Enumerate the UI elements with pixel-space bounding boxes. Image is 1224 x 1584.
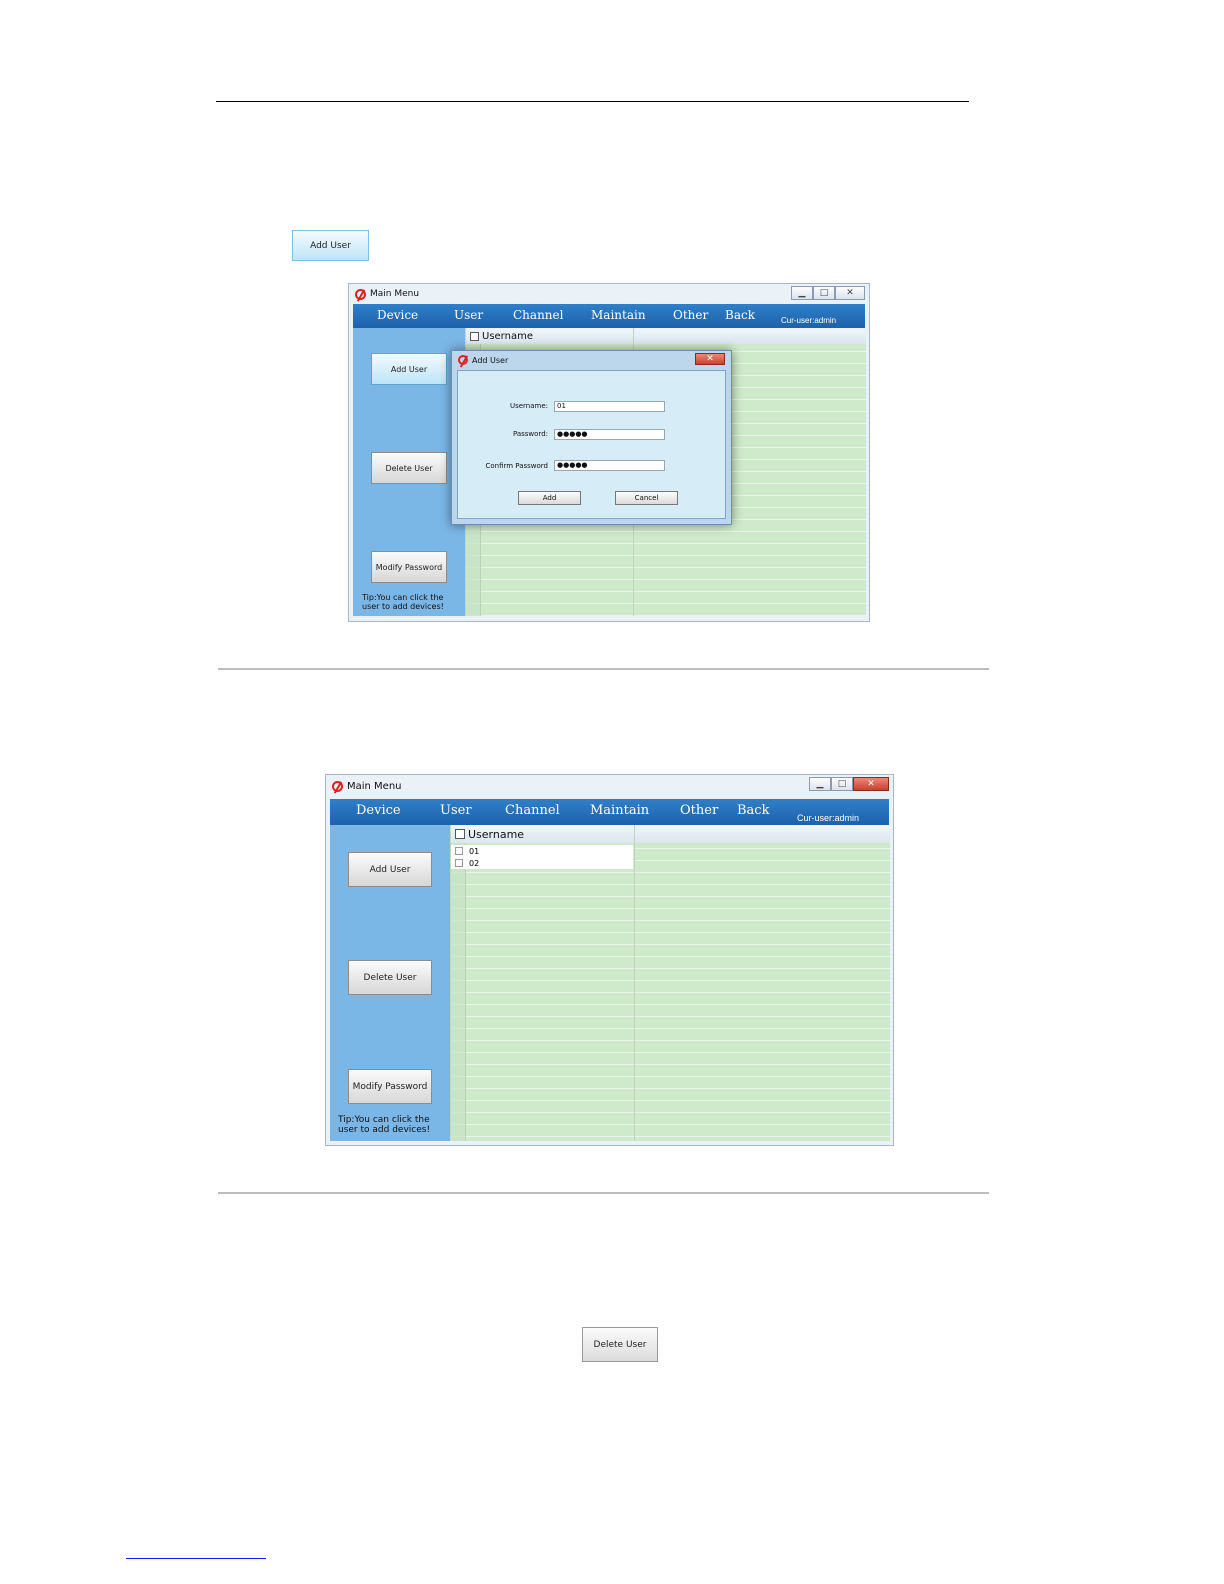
- add-button[interactable]: Add: [518, 491, 581, 505]
- dialog-titlebar: Add User ✕: [452, 351, 731, 369]
- close-icon[interactable]: ✕: [835, 286, 865, 300]
- confirm-password-field[interactable]: ●●●●●: [554, 460, 665, 471]
- window-controls: ▁ □ ✕: [791, 286, 865, 300]
- dialog-close-icon[interactable]: ✕: [695, 353, 725, 365]
- window-titlebar: Main Menu ▁ □ ✕: [349, 284, 869, 304]
- password-label: Password:: [512, 430, 548, 438]
- username-column-header: Username: [468, 827, 525, 841]
- tip-text: Tip:You can click the user to add device…: [338, 1115, 431, 1135]
- menu-user[interactable]: User: [440, 803, 472, 818]
- maximize-icon[interactable]: □: [813, 286, 835, 300]
- table-header: Username: [466, 328, 866, 344]
- menu-bar: Device User Channel Maintain Other Back …: [330, 799, 889, 825]
- dialog-title: Add User: [472, 355, 509, 365]
- row-username: 02: [469, 858, 480, 868]
- table-row[interactable]: 01: [451, 845, 633, 857]
- window-titlebar: Main Menu ▁ □ ✕: [326, 775, 893, 797]
- delete-user-button-illustration[interactable]: Delete User: [582, 1327, 658, 1362]
- sidebar-panel: Add User Delete User Modify Password Tip…: [353, 328, 465, 616]
- add-user-button-illustration[interactable]: Add User: [292, 230, 369, 261]
- table-row[interactable]: 02: [451, 857, 633, 869]
- add-user-dialog: Add User ✕ Username: 01 Password: ●●●●● …: [451, 350, 732, 525]
- row-gutter: [451, 841, 466, 1141]
- menu-maintain[interactable]: Maintain: [591, 308, 646, 322]
- add-user-button[interactable]: Add User: [348, 852, 432, 887]
- menu-device[interactable]: Device: [356, 803, 401, 818]
- menu-device[interactable]: Device: [377, 308, 418, 322]
- section-rule: [218, 668, 989, 670]
- add-user-button[interactable]: Add User: [371, 353, 447, 385]
- app-logo-icon: [332, 780, 343, 792]
- app-logo-icon: [355, 288, 366, 300]
- main-menu-window-user-list: Main Menu ▁ □ ✕ Device User Channel Main…: [325, 774, 894, 1146]
- menu-other[interactable]: Other: [673, 308, 708, 322]
- username-field[interactable]: 01: [554, 401, 665, 412]
- table-header: Username: [451, 825, 890, 843]
- menu-user[interactable]: User: [454, 308, 483, 322]
- tip-text: Tip:You can click the user to add device…: [362, 593, 444, 611]
- confirm-password-label: Confirm Password: [485, 462, 548, 470]
- username-label: Username:: [509, 402, 548, 410]
- current-user-label: Cur-user:admin: [781, 316, 837, 325]
- maximize-icon[interactable]: □: [831, 777, 853, 791]
- menu-back[interactable]: Back: [737, 803, 769, 818]
- minimize-icon[interactable]: ▁: [791, 286, 813, 300]
- menu-maintain[interactable]: Maintain: [590, 803, 649, 818]
- select-all-checkbox[interactable]: [470, 331, 479, 341]
- dialog-body: Username: 01 Password: ●●●●● Confirm Pas…: [457, 370, 726, 519]
- section-rule-2: [218, 1192, 989, 1194]
- footer-link-underline: [126, 1558, 266, 1559]
- column-separator: [634, 825, 635, 1141]
- window-title: Main Menu: [370, 289, 420, 299]
- menu-channel[interactable]: Channel: [505, 803, 560, 818]
- header-rule: [216, 101, 969, 102]
- cancel-button[interactable]: Cancel: [615, 491, 678, 505]
- username-column-header: Username: [482, 330, 533, 342]
- row-checkbox[interactable]: [455, 847, 463, 855]
- menu-bar: Device User Channel Maintain Other Back …: [353, 304, 865, 328]
- modify-password-button[interactable]: Modify Password: [348, 1069, 432, 1104]
- window-title: Main Menu: [347, 780, 402, 792]
- menu-other[interactable]: Other: [680, 803, 718, 818]
- dialog-logo-icon: [458, 355, 468, 365]
- close-icon[interactable]: ✕: [853, 777, 889, 791]
- modify-password-button[interactable]: Modify Password: [371, 551, 447, 583]
- select-all-checkbox[interactable]: [455, 829, 465, 839]
- user-table: Username 01 02: [450, 825, 890, 1141]
- window-controls: ▁ □ ✕: [809, 777, 889, 791]
- minimize-icon[interactable]: ▁: [809, 777, 831, 791]
- delete-user-button[interactable]: Delete User: [348, 960, 432, 995]
- row-username: 01: [469, 846, 480, 856]
- menu-back[interactable]: Back: [725, 308, 755, 322]
- sidebar-panel: Add User Delete User Modify Password Tip…: [330, 825, 450, 1141]
- delete-user-button[interactable]: Delete User: [371, 452, 447, 484]
- menu-channel[interactable]: Channel: [513, 308, 563, 322]
- row-checkbox[interactable]: [455, 859, 463, 867]
- current-user-label: Cur-user:admin: [797, 813, 860, 823]
- password-field[interactable]: ●●●●●: [554, 429, 665, 440]
